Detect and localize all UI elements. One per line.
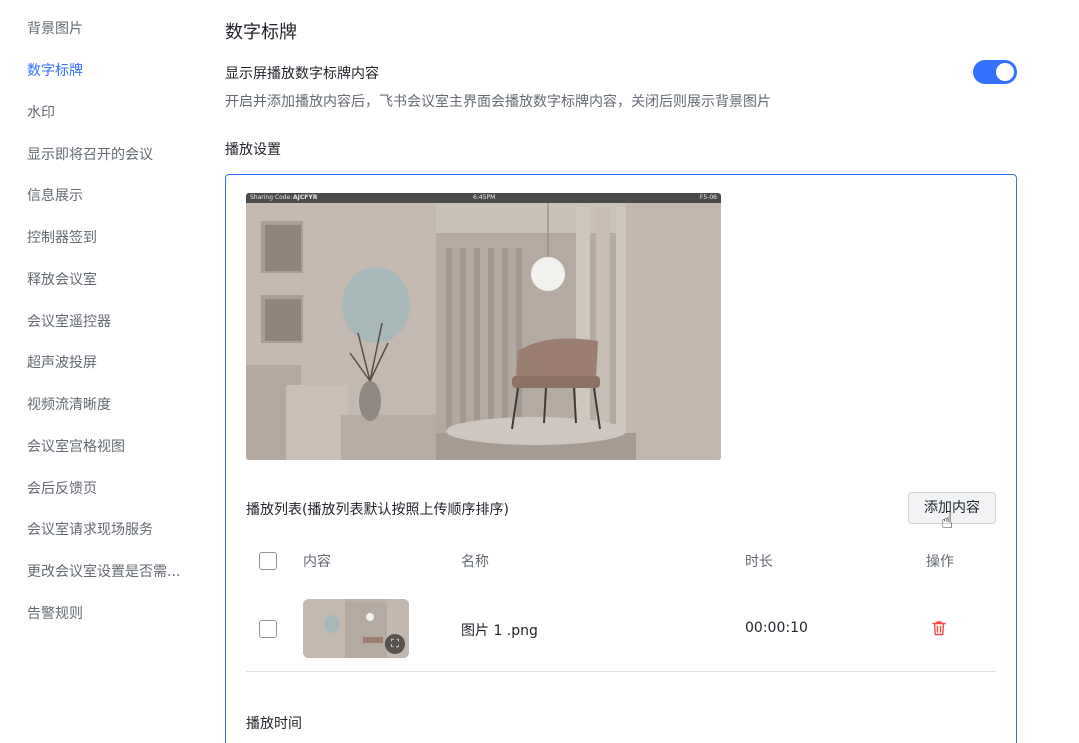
preview-status-bar: Sharing Code: AJCFYR 6:45PM F5-06 xyxy=(246,193,721,203)
sidebar-item-release-room[interactable]: 释放会议室 xyxy=(27,269,97,289)
sidebar-item-video-quality[interactable]: 视频流清晰度 xyxy=(27,394,111,414)
sidebar-item-grid-view[interactable]: 会议室宫格视图 xyxy=(27,436,125,456)
sidebar-item-alert-rules[interactable]: 告警规则 xyxy=(27,603,83,623)
signage-toggle[interactable] xyxy=(973,60,1017,84)
play-settings-card: Sharing Code: AJCFYR 6:45PM F5-06 播放列表(播… xyxy=(225,174,1017,743)
row-checkbox[interactable] xyxy=(259,620,277,638)
sidebar-item-upcoming-meetings[interactable]: 显示即将召开的会议 xyxy=(27,144,153,164)
column-content: 内容 xyxy=(303,554,331,570)
toggle-label: 显示屏播放数字标牌内容 xyxy=(225,66,379,82)
sidebar: 背景图片 数字标牌 水印 显示即将召开的会议 信息展示 控制器签到 释放会议室 … xyxy=(0,0,205,743)
signage-preview-image: Sharing Code: AJCFYR 6:45PM F5-06 xyxy=(246,193,721,460)
page-title: 数字标牌 xyxy=(225,22,297,43)
fullscreen-icon[interactable]: ⛶ xyxy=(385,634,405,654)
sidebar-item-info-display[interactable]: 信息展示 xyxy=(27,185,83,205)
row-name: 图片 1 .png xyxy=(461,623,538,639)
play-settings-title: 播放设置 xyxy=(225,142,281,158)
table-row: ⛶ 图片 1 .png 00:00:10 xyxy=(246,590,996,672)
playlist-table-header: 内容 名称 时长 操作 xyxy=(246,539,996,585)
sidebar-item-watermark[interactable]: 水印 xyxy=(27,102,55,122)
add-content-button[interactable]: 添加内容 xyxy=(908,492,996,524)
toggle-description: 开启并添加播放内容后，飞书会议室主界面会播放数字标牌内容，关闭后则展示背景图片 xyxy=(225,94,771,110)
sidebar-item-settings-approval[interactable]: 更改会议室设置是否需... xyxy=(27,561,180,581)
sidebar-item-feedback-page[interactable]: 会后反馈页 xyxy=(27,478,97,498)
preview-time: 6:45PM xyxy=(473,194,496,201)
preview-room: F5-06 xyxy=(699,194,717,201)
column-name: 名称 xyxy=(461,554,489,570)
trash-icon[interactable] xyxy=(930,619,948,637)
play-time-title: 播放时间 xyxy=(246,716,302,732)
sidebar-item-controller-checkin[interactable]: 控制器签到 xyxy=(27,227,97,247)
column-actions: 操作 xyxy=(926,554,954,570)
playlist-label: 播放列表(播放列表默认按照上传顺序排序) xyxy=(246,502,509,518)
row-duration: 00:00:10 xyxy=(745,620,808,636)
select-all-checkbox[interactable] xyxy=(259,552,277,570)
toggle-knob xyxy=(996,63,1014,81)
sidebar-item-ultrasonic-share[interactable]: 超声波投屏 xyxy=(27,352,97,372)
column-duration: 时长 xyxy=(745,554,773,570)
sharing-code: AJCFYR xyxy=(293,194,318,201)
sharing-code-label: Sharing Code: xyxy=(250,194,293,201)
room-scene-illustration xyxy=(246,193,721,460)
sidebar-item-background-image[interactable]: 背景图片 xyxy=(27,18,83,38)
main-content: 数字标牌 显示屏播放数字标牌内容 开启并添加播放内容后，飞书会议室主界面会播放数… xyxy=(225,0,1025,743)
sidebar-item-digital-signage[interactable]: 数字标牌 xyxy=(27,60,83,80)
sidebar-item-room-remote[interactable]: 会议室遥控器 xyxy=(27,311,111,331)
content-thumbnail[interactable]: ⛶ xyxy=(303,599,409,658)
sidebar-item-onsite-service[interactable]: 会议室请求现场服务 xyxy=(27,519,153,539)
